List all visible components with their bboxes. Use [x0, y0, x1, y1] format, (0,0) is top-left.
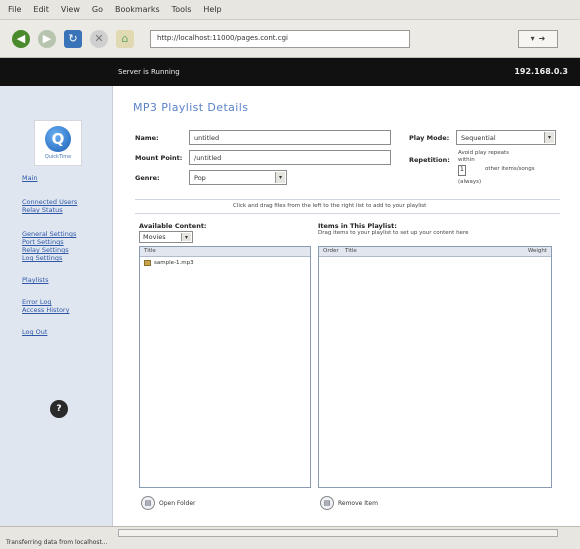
go-button[interactable]: ▾ ➜	[518, 29, 558, 48]
menu-view[interactable]: View	[61, 5, 80, 14]
chevron-down-icon: ▾	[275, 172, 285, 183]
menu-go[interactable]: Go	[92, 5, 103, 14]
status-text: Transferring data from localhost...	[6, 539, 108, 546]
menu-bookmarks[interactable]: Bookmarks	[115, 5, 160, 14]
remove-item-button[interactable]: ▤ Remove Item	[320, 496, 378, 510]
nav-toolbar: ◀ ▶ ↻ ✕ ⌂ http://localhost:11000/pages.c…	[0, 20, 580, 58]
name-field[interactable]: untitled	[189, 130, 391, 145]
menu-help[interactable]: Help	[203, 5, 221, 14]
menu-tools[interactable]: Tools	[172, 5, 192, 14]
server-status-bar: Server is Running 192.168.0.3	[0, 58, 580, 86]
chevron-down-icon: ▾	[544, 132, 554, 143]
sidebar-item-general-settings[interactable]: General Settings	[22, 230, 112, 238]
genre-label: Genre:	[135, 174, 160, 182]
remove-icon: ▤	[320, 496, 334, 510]
genre-select[interactable]: Pop ▾	[189, 170, 287, 185]
column-header-order[interactable]: Order	[323, 248, 345, 255]
column-header-weight[interactable]: Weight	[528, 248, 547, 255]
sidebar: Q QuickTime Main Connected Users Relay S…	[0, 86, 113, 526]
playlist-subtitle: Drag items to your playlist to set up yo…	[318, 230, 469, 236]
page-title: MP3 Playlist Details	[133, 101, 249, 114]
divider	[135, 213, 560, 214]
divider	[135, 199, 560, 200]
mount-point-label: Mount Point:	[135, 154, 183, 162]
forward-arrow-icon[interactable]: ▶	[38, 29, 56, 48]
status-bar: Transferring data from localhost...	[0, 526, 580, 549]
sidebar-item-log-out[interactable]: Log Out	[22, 328, 112, 336]
go-icon: ➜	[538, 34, 546, 43]
available-content-list[interactable]: Title sample-1.mp3	[139, 246, 311, 488]
sidebar-item-main[interactable]: Main	[22, 174, 112, 182]
content-type-value: Movies	[143, 233, 166, 241]
sidebar-item-error-log[interactable]: Error Log	[22, 298, 112, 306]
list-item[interactable]: sample-1.mp3	[140, 257, 310, 269]
chevron-down-icon: ▾	[181, 233, 191, 241]
play-mode-select[interactable]: Sequential ▾	[456, 130, 556, 145]
server-ip: 192.168.0.3	[514, 67, 568, 76]
drag-hint: Click and drag files from the left to th…	[233, 203, 427, 209]
mount-point-field[interactable]: /untitled	[189, 150, 391, 165]
sidebar-item-playlists[interactable]: Playlists	[22, 276, 112, 284]
sidebar-item-relay-settings[interactable]: Relay Settings	[22, 246, 112, 254]
sidebar-nav: Main Connected Users Relay Status Genera…	[22, 174, 112, 336]
repetition-label: Repetition:	[409, 156, 450, 164]
main-content: MP3 Playlist Details Name: untitled Moun…	[113, 86, 580, 526]
open-folder-button[interactable]: ▤ Open Folder	[141, 496, 195, 510]
reload-icon[interactable]: ↻	[64, 29, 82, 48]
genre-value: Pop	[194, 174, 206, 182]
playlist-header: Order Title Weight	[319, 247, 551, 257]
repetition-text-3: (always)	[458, 179, 482, 185]
name-label: Name:	[135, 134, 159, 142]
repetition-field[interactable]: 1	[458, 165, 466, 176]
sidebar-item-port-settings[interactable]: Port Settings	[22, 238, 112, 246]
quicktime-logo: Q QuickTime	[34, 120, 82, 166]
logo-text: QuickTime	[44, 154, 72, 160]
quicktime-icon: Q	[45, 126, 71, 152]
play-mode-label: Play Mode:	[409, 134, 450, 142]
playlist-items-list[interactable]: Order Title Weight	[318, 246, 552, 488]
stop-icon[interactable]: ✕	[90, 29, 108, 48]
column-header-title[interactable]: Title	[345, 248, 528, 255]
file-name: sample-1.mp3	[154, 260, 194, 266]
server-status: Server is Running	[118, 68, 180, 76]
content-type-select[interactable]: Movies ▾	[139, 231, 193, 243]
help-icon[interactable]: ?	[50, 400, 68, 418]
sidebar-item-relay-status[interactable]: Relay Status	[22, 206, 112, 214]
chevron-down-icon: ▾	[530, 34, 535, 43]
url-field[interactable]: http://localhost:11000/pages.cont.cgi	[150, 29, 410, 48]
sidebar-item-access-history[interactable]: Access History	[22, 306, 112, 314]
column-header-title[interactable]: Title	[140, 247, 310, 257]
home-icon[interactable]: ⌂	[116, 29, 134, 48]
repetition-text-2: other items/songs	[485, 166, 535, 172]
back-arrow-icon[interactable]: ◀	[12, 29, 30, 48]
available-content-title: Available Content:	[139, 222, 207, 230]
sidebar-item-log-settings[interactable]: Log Settings	[22, 254, 112, 262]
folder-icon	[144, 260, 151, 266]
repetition-text-1: Avoid play repeats within	[458, 150, 510, 163]
menu-file[interactable]: File	[8, 5, 21, 14]
menu-bar: File Edit View Go Bookmarks Tools Help	[0, 0, 580, 20]
playlist-items-title: Items in This Playlist:	[318, 222, 397, 230]
horizontal-scrollbar[interactable]	[118, 529, 558, 537]
sidebar-item-connected-users[interactable]: Connected Users	[22, 198, 112, 206]
remove-item-label: Remove Item	[338, 499, 378, 507]
folder-open-icon: ▤	[141, 496, 155, 510]
play-mode-value: Sequential	[461, 134, 496, 142]
menu-edit[interactable]: Edit	[33, 5, 49, 14]
open-folder-label: Open Folder	[159, 499, 196, 507]
